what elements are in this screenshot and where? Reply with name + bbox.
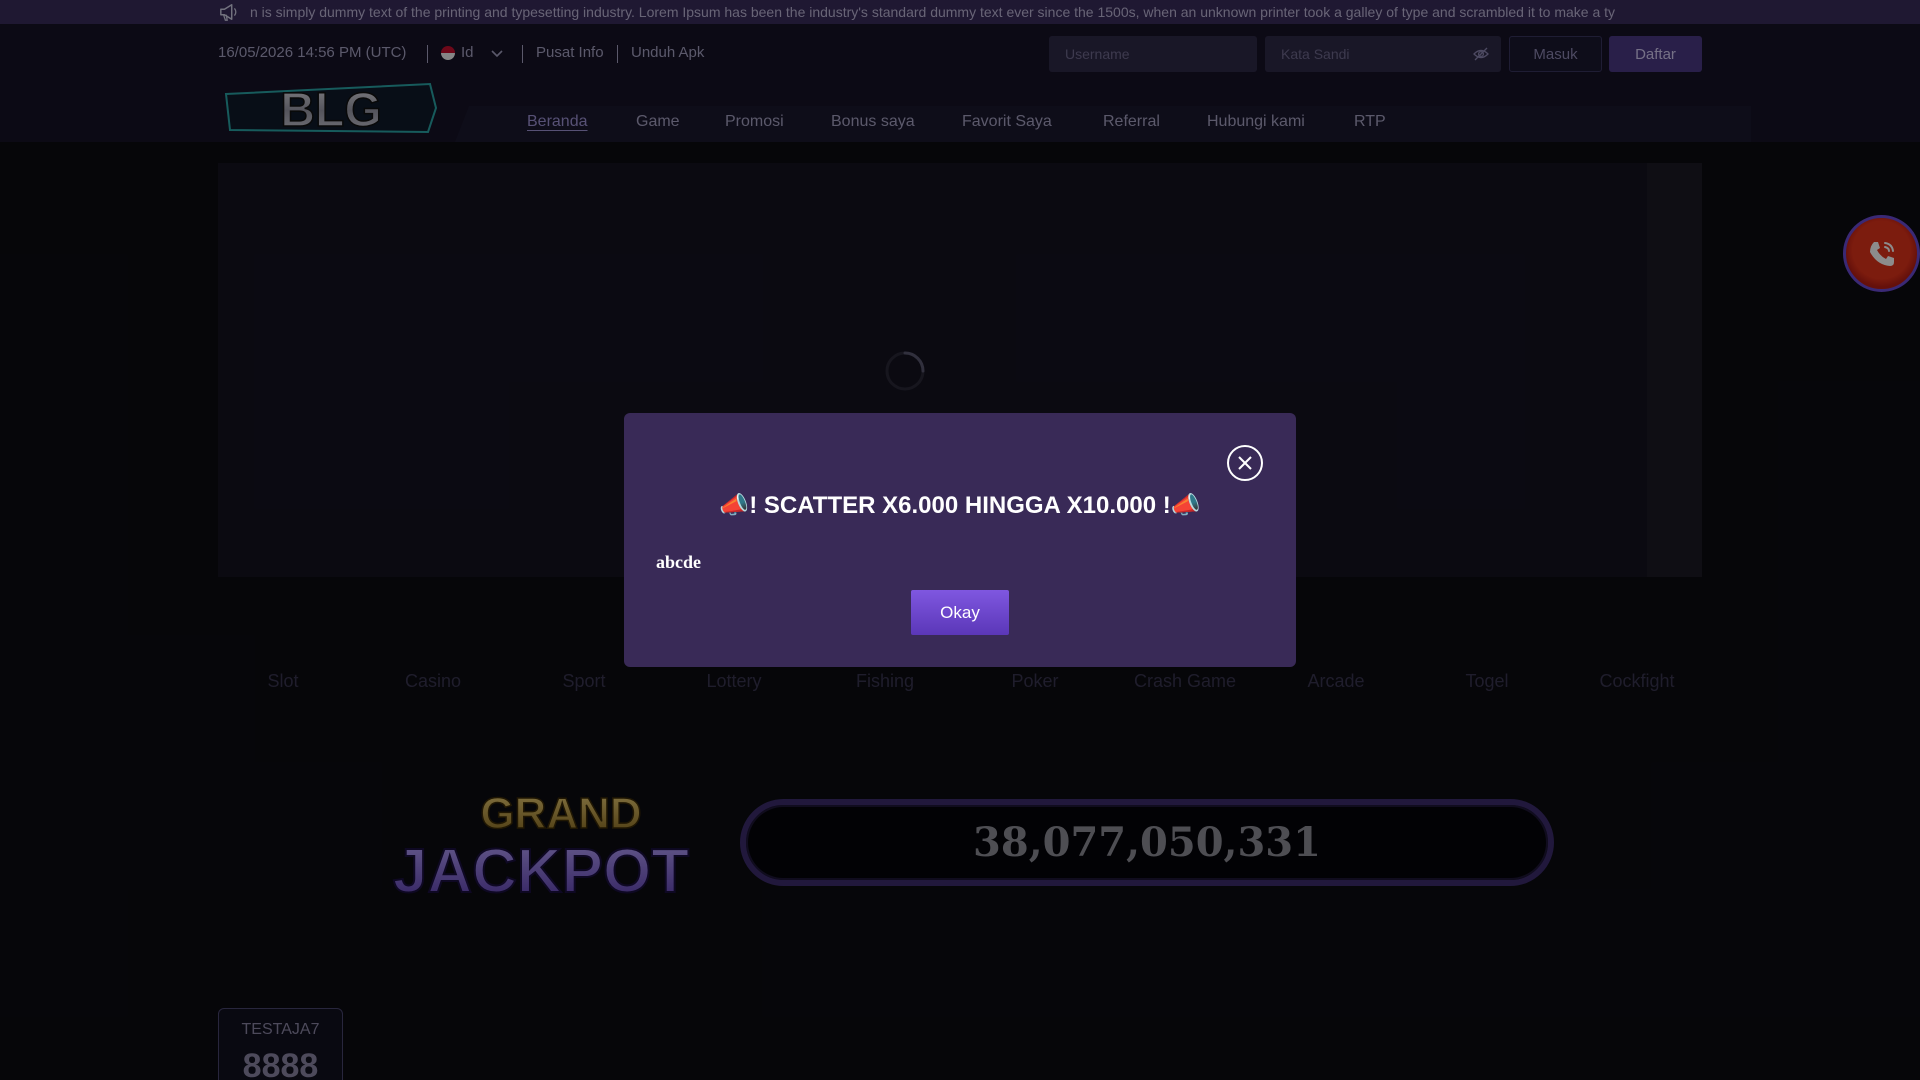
okay-button[interactable]: Okay	[911, 590, 1009, 635]
announcement-modal: 📣! SCATTER X6.000 HINGGA X10.000 !📣 abcd…	[624, 413, 1296, 667]
modal-body: abcde	[656, 552, 701, 572]
modal-close-button[interactable]	[1227, 445, 1263, 481]
close-icon	[1238, 456, 1252, 470]
modal-title: 📣! SCATTER X6.000 HINGGA X10.000 !📣	[719, 492, 1201, 519]
